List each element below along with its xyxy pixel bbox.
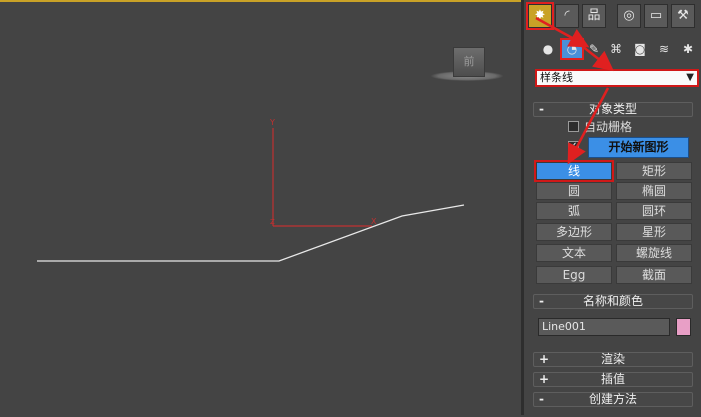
- geometry-sphere-icon[interactable]: ●: [538, 40, 558, 58]
- helix-button[interactable]: 螺旋线: [616, 244, 692, 262]
- object-type-rollout[interactable]: - 对象类型: [533, 102, 693, 117]
- lights-icon[interactable]: ✎: [584, 40, 604, 58]
- spline-line[interactable]: [37, 204, 465, 262]
- command-panel: ✸ ◜ 品 ◎ ▭ ⚒ ● ◔ ✎ ⌘ ◙ ≋ ✱ 样条线 ▼ - 对象类型 自…: [521, 0, 701, 415]
- gizmo-x-label: X: [371, 217, 377, 226]
- object-type-title: 对象类型: [588, 102, 637, 116]
- systems-icon[interactable]: ✱: [678, 40, 698, 58]
- cameras-icon[interactable]: ⌘: [606, 40, 626, 58]
- circle-button[interactable]: 圆: [536, 182, 612, 200]
- category-dropdown-value: 样条线: [540, 71, 573, 84]
- hierarchy-icon[interactable]: 品: [582, 4, 606, 28]
- section-button[interactable]: 截面: [616, 266, 692, 284]
- rendering-rollout[interactable]: + 渲染: [533, 352, 693, 367]
- helpers-icon[interactable]: ◙: [630, 40, 650, 58]
- rendering-title: 渲染: [600, 352, 625, 366]
- auto-grid-checkbox[interactable]: [568, 121, 579, 132]
- sun-create-icon[interactable]: ✸: [526, 2, 554, 30]
- name-color-title: 名称和颜色: [582, 294, 643, 308]
- curve-modify-icon[interactable]: ◜: [555, 4, 579, 28]
- shapes-icon[interactable]: ◔: [560, 38, 584, 60]
- ngon-button[interactable]: 多边形: [536, 223, 612, 241]
- interpolation-rollout[interactable]: + 插值: [533, 372, 693, 387]
- viewport[interactable]: Y X Z 前: [0, 0, 521, 415]
- start-new-shape-checkbox[interactable]: ✓: [568, 141, 579, 152]
- line-button[interactable]: 线: [534, 160, 614, 182]
- name-color-rollout[interactable]: - 名称和颜色: [533, 294, 693, 309]
- arc-button[interactable]: 弧: [536, 202, 612, 220]
- text-button[interactable]: 文本: [536, 244, 612, 262]
- gizmo-z-label: Z: [270, 218, 275, 226]
- donut-button[interactable]: 圆环: [616, 202, 692, 220]
- interpolation-title: 插值: [600, 372, 625, 386]
- chevron-down-icon[interactable]: ▼: [686, 71, 694, 85]
- rectangle-button[interactable]: 矩形: [616, 162, 692, 180]
- object-color-swatch[interactable]: [676, 318, 691, 336]
- category-dropdown[interactable]: 样条线 ▼: [535, 69, 699, 87]
- spacewarps-icon[interactable]: ≋: [654, 40, 674, 58]
- gizmo-y-label: Y: [269, 118, 275, 127]
- start-new-shape-button[interactable]: 开始新图形: [588, 137, 689, 158]
- motion-icon[interactable]: ◎: [617, 4, 641, 28]
- object-name-field[interactable]: Line001: [538, 318, 670, 336]
- egg-button[interactable]: Egg: [536, 266, 612, 284]
- viewcube[interactable]: 前: [430, 44, 506, 84]
- creation-method-rollout[interactable]: - 创建方法: [533, 392, 693, 407]
- creation-method-title: 创建方法: [588, 392, 637, 406]
- viewcube-front-face[interactable]: 前: [453, 47, 485, 77]
- star-button[interactable]: 星形: [616, 223, 692, 241]
- display-icon[interactable]: ▭: [644, 4, 668, 28]
- auto-grid-label: 自动栅格: [584, 120, 633, 134]
- hammer-utilities-icon[interactable]: ⚒: [671, 4, 695, 28]
- ellipse-button[interactable]: 椭圆: [616, 182, 692, 200]
